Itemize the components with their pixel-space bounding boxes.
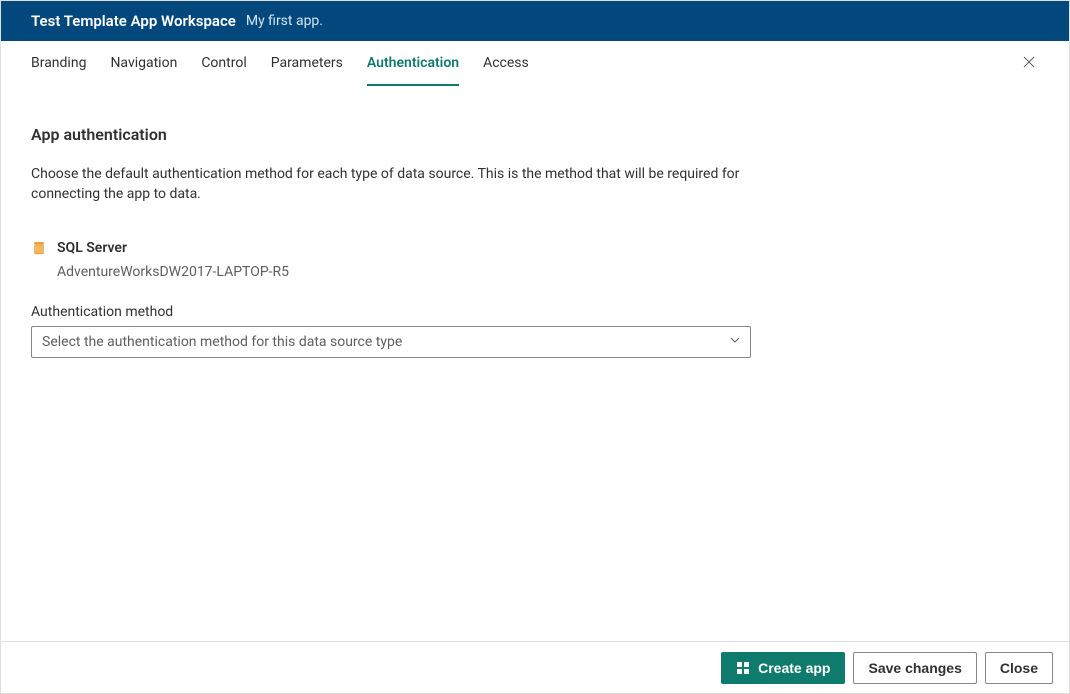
datasource-name: SQL Server <box>57 240 127 256</box>
tab-access[interactable]: Access <box>483 41 529 86</box>
tab-control[interactable]: Control <box>201 41 246 86</box>
create-app-button[interactable]: Create app <box>721 652 845 684</box>
auth-method-select[interactable]: Select the authentication method for thi… <box>31 326 751 358</box>
database-icon <box>31 240 47 256</box>
tab-bar: Branding Navigation Control Parameters A… <box>1 41 1069 85</box>
workspace-title: Test Template App Workspace <box>31 12 236 30</box>
app-header: Test Template App Workspace My first app… <box>1 1 1069 41</box>
datasource-row: SQL Server <box>31 240 1039 256</box>
close-button-label: Close <box>1000 660 1038 676</box>
main-content: App authentication Choose the default au… <box>1 85 1069 641</box>
save-changes-button[interactable]: Save changes <box>853 652 976 684</box>
auth-method-placeholder: Select the authentication method for thi… <box>42 334 402 350</box>
tab-parameters[interactable]: Parameters <box>271 41 343 86</box>
app-name: My first app. <box>246 13 323 29</box>
datasource-detail: AdventureWorksDW2017-LAPTOP-R5 <box>57 264 1039 280</box>
auth-method-label: Authentication method <box>31 304 1039 320</box>
tab-authentication[interactable]: Authentication <box>367 41 459 86</box>
section-description: Choose the default authentication method… <box>31 164 751 204</box>
footer-bar: Create app Save changes Close <box>1 641 1069 693</box>
tab-branding[interactable]: Branding <box>31 41 86 86</box>
app-grid-icon <box>736 661 750 675</box>
close-button[interactable]: Close <box>985 652 1053 684</box>
close-icon[interactable] <box>1019 52 1039 75</box>
create-app-label: Create app <box>758 660 830 676</box>
tab-navigation[interactable]: Navigation <box>110 41 177 86</box>
save-changes-label: Save changes <box>868 660 961 676</box>
section-title: App authentication <box>31 125 1039 144</box>
